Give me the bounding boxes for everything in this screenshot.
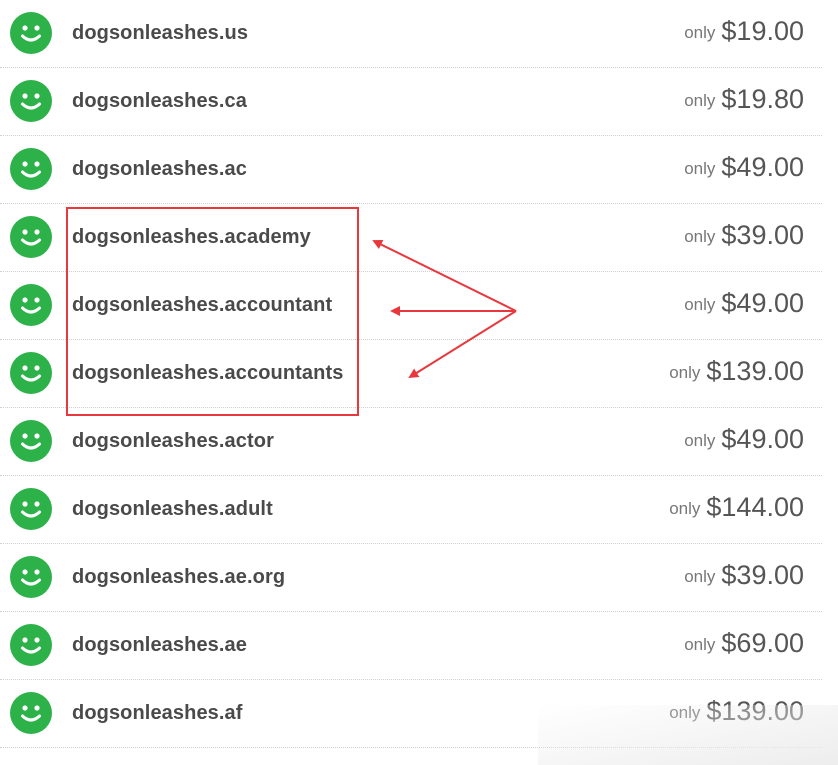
price-group: only $49.00 xyxy=(684,424,804,455)
smiley-available-icon xyxy=(10,216,52,258)
domain-name[interactable]: dogsonleashes.af xyxy=(72,702,243,725)
domain-name[interactable]: dogsonleashes.academy xyxy=(72,226,311,249)
domain-name[interactable]: dogsonleashes.ca xyxy=(72,90,247,113)
domain-row[interactable]: dogsonleashes.adult only $144.00 xyxy=(0,476,822,544)
price-group: only $144.00 xyxy=(669,492,804,523)
domain-price: $139.00 xyxy=(706,696,804,726)
price-group: only $49.00 xyxy=(684,152,804,183)
smiley-available-icon xyxy=(10,12,52,54)
domain-name[interactable]: dogsonleashes.ac xyxy=(72,158,247,181)
price-group: only $19.00 xyxy=(684,16,804,47)
domain-price: $49.00 xyxy=(721,424,804,454)
domain-row[interactable]: dogsonleashes.ae.org only $39.00 xyxy=(0,544,822,612)
only-label: only xyxy=(684,635,716,654)
smiley-available-icon xyxy=(10,420,52,462)
domain-row[interactable]: dogsonleashes.accountants only $139.00 xyxy=(0,340,822,408)
domain-row[interactable]: dogsonleashes.accountant only $49.00 xyxy=(0,272,822,340)
domain-name[interactable]: dogsonleashes.accountant xyxy=(72,294,332,317)
domain-name[interactable]: dogsonleashes.us xyxy=(72,22,248,45)
only-label: only xyxy=(684,295,716,314)
domain-price: $139.00 xyxy=(706,356,804,386)
only-label: only xyxy=(669,363,701,382)
domain-price: $49.00 xyxy=(721,288,804,318)
price-group: only $139.00 xyxy=(669,356,804,387)
domain-price: $144.00 xyxy=(706,492,804,522)
domain-price: $69.00 xyxy=(721,628,804,658)
only-label: only xyxy=(684,23,716,42)
price-group: only $19.80 xyxy=(684,84,804,115)
domain-row[interactable]: dogsonleashes.af only $139.00 xyxy=(0,680,822,748)
price-group: only $39.00 xyxy=(684,220,804,251)
only-label: only xyxy=(684,567,716,586)
domain-name[interactable]: dogsonleashes.accountants xyxy=(72,362,343,385)
only-label: only xyxy=(684,227,716,246)
domain-row[interactable]: dogsonleashes.us only $19.00 xyxy=(0,0,822,68)
only-label: only xyxy=(669,703,701,722)
domain-price: $19.00 xyxy=(721,16,804,46)
domain-price: $39.00 xyxy=(721,220,804,250)
domain-price: $49.00 xyxy=(721,152,804,182)
smiley-available-icon xyxy=(10,148,52,190)
price-group: only $39.00 xyxy=(684,560,804,591)
smiley-available-icon xyxy=(10,624,52,666)
price-group: only $69.00 xyxy=(684,628,804,659)
domain-results-page: dogsonleashes.us only $19.00 dogsonleashes.… xyxy=(0,0,838,765)
price-group: only $49.00 xyxy=(684,288,804,319)
smiley-available-icon xyxy=(10,692,52,734)
smiley-available-icon xyxy=(10,284,52,326)
domain-row[interactable]: dogsonleashes.academy only $39.00 xyxy=(0,204,822,272)
domain-row[interactable]: dogsonleashes.ac only $49.00 xyxy=(0,136,822,204)
domain-price: $19.80 xyxy=(721,84,804,114)
domain-name[interactable]: dogsonleashes.actor xyxy=(72,430,274,453)
domain-row[interactable]: dogsonleashes.ca only $19.80 xyxy=(0,68,822,136)
only-label: only xyxy=(684,91,716,110)
domain-row[interactable]: dogsonleashes.actor only $49.00 xyxy=(0,408,822,476)
only-label: only xyxy=(684,159,716,178)
domain-results-list: dogsonleashes.us only $19.00 dogsonleashes.… xyxy=(0,0,822,748)
domain-name[interactable]: dogsonleashes.adult xyxy=(72,498,273,521)
only-label: only xyxy=(684,431,716,450)
price-group: only $139.00 xyxy=(669,696,804,727)
domain-name[interactable]: dogsonleashes.ae xyxy=(72,634,247,657)
domain-price: $39.00 xyxy=(721,560,804,590)
smiley-available-icon xyxy=(10,80,52,122)
domain-row[interactable]: dogsonleashes.ae only $69.00 xyxy=(0,612,822,680)
smiley-available-icon xyxy=(10,556,52,598)
smiley-available-icon xyxy=(10,488,52,530)
smiley-available-icon xyxy=(10,352,52,394)
domain-name[interactable]: dogsonleashes.ae.org xyxy=(72,566,285,589)
only-label: only xyxy=(669,499,701,518)
